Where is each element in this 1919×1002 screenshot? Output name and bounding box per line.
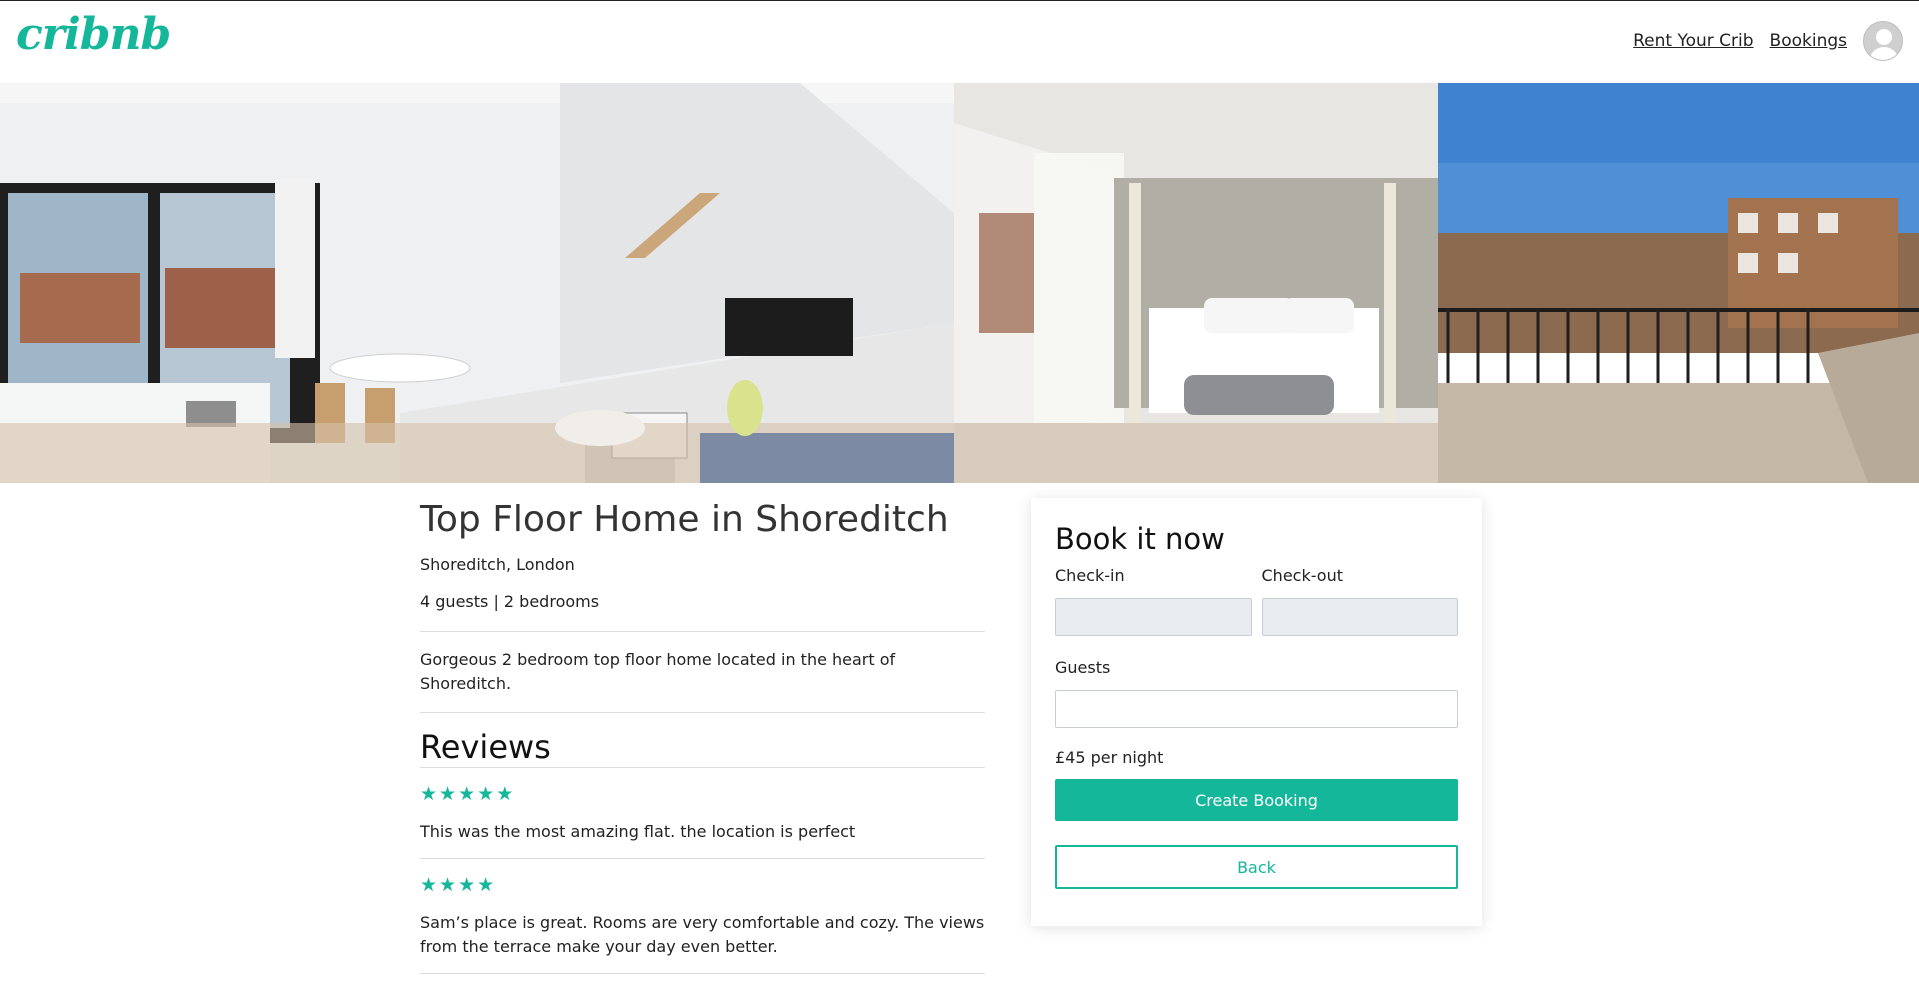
date-row: Check-in Check-out bbox=[1055, 566, 1458, 636]
photo-gallery bbox=[0, 83, 1919, 483]
listing-description: Gorgeous 2 bedroom top floor home locate… bbox=[420, 650, 896, 693]
user-avatar-icon[interactable] bbox=[1863, 21, 1903, 61]
checkout-label: Check-out bbox=[1261, 566, 1344, 585]
living-room-photo[interactable] bbox=[0, 83, 954, 483]
booking-heading: Book it now bbox=[1055, 522, 1225, 556]
checkout-field: Check-out bbox=[1261, 566, 1458, 636]
star-icon: ★ bbox=[496, 783, 514, 805]
star-icon: ★ bbox=[420, 783, 438, 805]
review-item: ★ ★ ★ ★ ★ This was the most amazing flat. th… bbox=[420, 768, 985, 858]
bookings-link[interactable]: Bookings bbox=[1770, 31, 1847, 51]
star-icon: ★ bbox=[420, 874, 438, 896]
checkin-field: Check-in bbox=[1055, 566, 1252, 636]
review-text: This was the most amazing flat. the loca… bbox=[420, 822, 856, 841]
guests-label: Guests bbox=[1055, 658, 1111, 677]
guests-input[interactable] bbox=[1055, 690, 1458, 728]
star-icon: ★ bbox=[458, 783, 476, 805]
review-item: ★ ★ ★ ★ Sam’s place is great. Rooms are ver… bbox=[420, 859, 985, 973]
star-rating: ★ ★ ★ ★ bbox=[420, 875, 985, 895]
star-icon: ★ bbox=[458, 874, 476, 896]
checkout-input[interactable] bbox=[1261, 598, 1458, 636]
back-button[interactable]: Back bbox=[1055, 845, 1458, 889]
guests-field: Guests bbox=[1055, 658, 1458, 728]
create-booking-button[interactable]: Create Booking bbox=[1055, 779, 1458, 821]
cribnb-logo[interactable]: cribnb bbox=[16, 9, 171, 60]
rent-your-crib-link[interactable]: Rent Your Crib bbox=[1633, 31, 1753, 51]
review-text: Sam’s place is great. Rooms are very com… bbox=[420, 913, 985, 956]
checkin-label: Check-in bbox=[1055, 566, 1125, 585]
listing-title: Top Floor Home in Shoreditch bbox=[420, 499, 949, 540]
star-rating: ★ ★ ★ ★ ★ bbox=[420, 784, 985, 804]
divider bbox=[420, 973, 985, 974]
price-per-night: £45 per night bbox=[1055, 748, 1164, 767]
listing-meta: 4 guests | 2 bedrooms bbox=[420, 592, 600, 611]
star-icon: ★ bbox=[477, 783, 495, 805]
divider bbox=[420, 631, 985, 632]
bedroom-photo[interactable] bbox=[954, 83, 1438, 483]
reviews-heading: Reviews bbox=[420, 728, 551, 766]
booking-card: Book it now Check-in Check-out Guests £4… bbox=[1031, 498, 1482, 926]
listing-location: Shoreditch, London bbox=[420, 555, 575, 574]
checkin-input[interactable] bbox=[1055, 598, 1252, 636]
star-icon: ★ bbox=[439, 783, 457, 805]
listing-details: Top Floor Home in Shoreditch Shoreditch,… bbox=[420, 495, 985, 974]
terrace-photo[interactable] bbox=[1438, 83, 1919, 483]
site-header: cribnb Rent Your Crib Bookings bbox=[0, 1, 1919, 83]
top-nav: Rent Your Crib Bookings bbox=[1633, 21, 1903, 61]
divider bbox=[420, 712, 985, 713]
star-icon: ★ bbox=[439, 874, 457, 896]
star-icon: ★ bbox=[477, 874, 495, 896]
